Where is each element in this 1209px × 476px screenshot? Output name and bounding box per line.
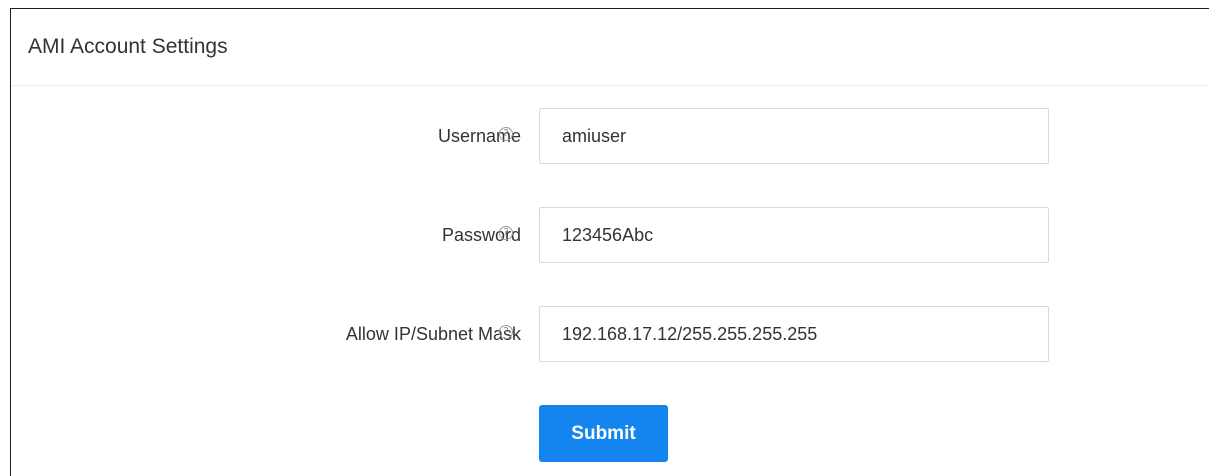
username-help-icon[interactable]: ? (499, 127, 513, 141)
allow-ip-subnet-input[interactable] (539, 306, 1049, 362)
allow-ip-help-icon[interactable]: ? (499, 325, 513, 339)
password-row: Password ? (11, 207, 1209, 263)
username-row: Username ? (11, 108, 1209, 164)
username-input[interactable] (539, 108, 1049, 164)
submit-button[interactable]: Submit (539, 405, 668, 462)
password-input[interactable] (539, 207, 1049, 263)
panel-title: AMI Account Settings (28, 35, 228, 58)
panel-header: AMI Account Settings (11, 9, 1209, 86)
password-help-icon[interactable]: ? (499, 226, 513, 240)
allow-ip-row: Allow IP/Subnet Mask ? (11, 306, 1209, 362)
ami-account-settings-panel: AMI Account Settings Username ? Password… (10, 8, 1209, 476)
allow-ip-label: Allow IP/Subnet Mask (345, 323, 521, 344)
